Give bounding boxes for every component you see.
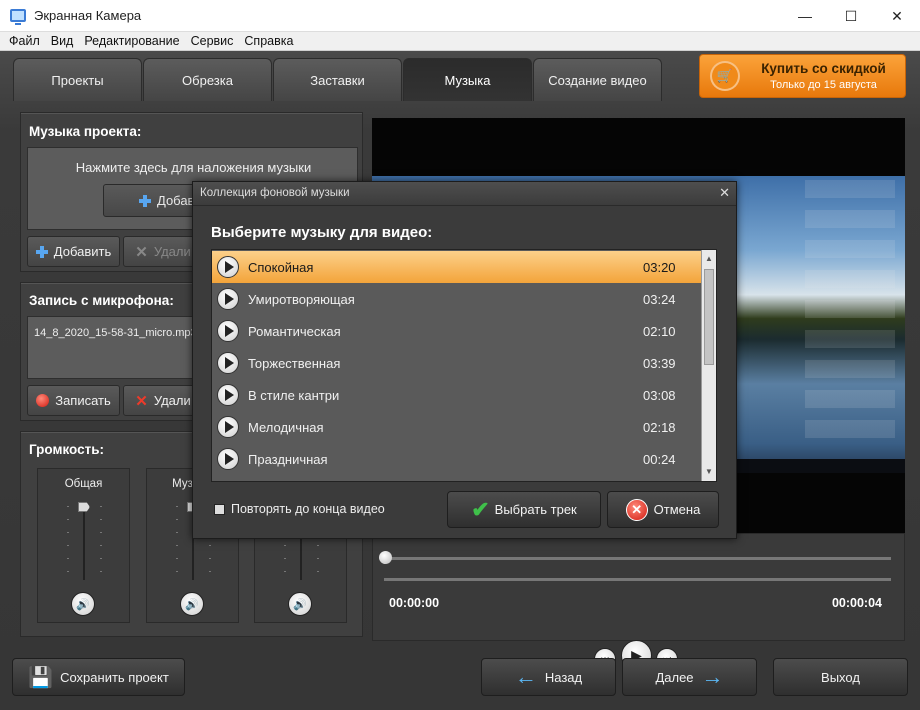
repeat-option[interactable]: Повторять до конца видео — [214, 502, 385, 516]
tab-bar: Проекты Обрезка Заставки Музыка Создание… — [13, 58, 663, 102]
cancel-x-icon: ✕ — [625, 498, 648, 521]
music-collection-dialog: Коллекция фоновой музыки ✕ Выберите музы… — [192, 181, 737, 539]
buy-title: Купить со скидкой — [761, 61, 886, 76]
buy-subtitle: Только до 15 августа — [770, 79, 877, 91]
track-row[interactable]: Праздничная 00:24 — [212, 443, 703, 475]
total-time: 00:00:04 — [831, 596, 882, 610]
dropzone-add-label: Добав — [157, 193, 195, 208]
plus-icon — [35, 245, 48, 258]
next-label: Далее — [655, 669, 694, 685]
add-music-button[interactable]: Добавить — [27, 236, 120, 267]
tab-projects[interactable]: Проекты — [13, 58, 142, 101]
save-project-button[interactable]: 💾 Сохранить проект — [12, 658, 185, 696]
cancel-button[interactable]: ✕ Отмена — [607, 491, 719, 528]
buy-discount-button[interactable]: 🛒 Купить со скидкой Только до 15 августа — [699, 54, 906, 98]
dialog-close-icon[interactable]: ✕ — [719, 185, 730, 201]
position-track[interactable] — [384, 578, 891, 581]
scroll-up-arrow-icon[interactable]: ▲ — [702, 252, 716, 266]
speaker-icon[interactable]: 🔊 — [180, 592, 204, 616]
floppy-disk-icon: 💾 — [28, 666, 54, 689]
seek-track[interactable] — [384, 557, 891, 560]
delete-mic-label: Удали — [153, 393, 191, 408]
repeat-label: Повторять до конца видео — [231, 502, 385, 516]
repeat-checkbox[interactable] — [214, 503, 225, 515]
choose-track-button[interactable]: ✔ Выбрать трек — [447, 491, 601, 528]
window-title: Экранная Камера — [34, 8, 142, 23]
menu-help[interactable]: Справка — [244, 34, 293, 48]
tab-create-video[interactable]: Создание видео — [533, 58, 662, 101]
seek-knob[interactable] — [379, 551, 392, 564]
menu-bar: Файл Вид Редактирование Сервис Справка — [0, 32, 920, 51]
scroll-down-arrow-icon[interactable]: ▼ — [702, 465, 716, 479]
volume-general-slider[interactable] — [78, 502, 90, 512]
cart-icon: 🛒 — [710, 61, 740, 91]
play-icon[interactable] — [217, 416, 239, 438]
project-music-header: Музыка проекта: — [29, 124, 142, 139]
track-row[interactable]: Романтическая 02:10 — [212, 315, 703, 347]
delete-music-button[interactable]: ✕ Удали — [123, 236, 203, 267]
track-row[interactable]: Спокойная 03:20 — [212, 251, 703, 283]
volume-general-label: Общая — [64, 478, 103, 490]
play-icon[interactable] — [217, 352, 239, 374]
tab-intros[interactable]: Заставки — [273, 58, 402, 101]
add-music-label: Добавить — [53, 244, 112, 259]
current-time: 00:00:00 — [389, 596, 440, 610]
delete-x-icon: ✕ — [135, 243, 148, 261]
play-icon[interactable] — [217, 384, 239, 406]
minimize-button[interactable]: — — [782, 0, 828, 32]
record-button[interactable]: Записать — [27, 385, 120, 416]
tab-trim[interactable]: Обрезка — [143, 58, 272, 101]
music-dropzone-hint: Нажмите здесь для наложения музыки — [75, 160, 312, 175]
mic-header: Запись с микрофона: — [29, 293, 174, 308]
cancel-label: Отмена — [653, 502, 701, 517]
checkmark-icon: ✔ — [471, 496, 490, 522]
back-label: Назад — [544, 669, 583, 685]
volume-general-track[interactable] — [83, 502, 85, 580]
scroll-thumb[interactable] — [704, 269, 714, 365]
menu-service[interactable]: Сервис — [191, 34, 234, 48]
play-icon[interactable] — [217, 256, 239, 278]
dialog-title: Коллекция фоновой музыки — [200, 187, 350, 199]
delete-music-label: Удали — [153, 244, 191, 259]
app-monitor-icon — [10, 9, 26, 25]
track-list-scrollbar[interactable]: ▲ ▼ — [701, 250, 716, 481]
delete-mic-button[interactable]: ✕ Удали — [123, 385, 203, 416]
desktop-icons — [805, 180, 895, 440]
play-icon[interactable] — [217, 288, 239, 310]
record-icon — [36, 394, 50, 407]
save-project-label: Сохранить проект — [60, 669, 169, 685]
menu-view[interactable]: Вид — [51, 34, 74, 48]
close-button[interactable]: ✕ — [874, 0, 920, 32]
record-label: Записать — [55, 393, 111, 408]
choose-track-label: Выбрать трек — [494, 502, 577, 517]
mic-file-item[interactable]: 14_8_2020_15-58-31_micro.mp3 — [34, 327, 197, 339]
player-controls: 00:00:00 00:00:04 ⏮ ▶ ⏭ — [372, 533, 905, 671]
play-icon[interactable] — [217, 320, 239, 342]
back-button[interactable]: ← Назад — [481, 658, 616, 696]
delete-x-icon: ✕ — [135, 392, 148, 410]
exit-label: Выход — [821, 669, 860, 685]
speaker-icon[interactable]: 🔊 — [71, 592, 95, 616]
track-row[interactable]: В стиле кантри 03:08 — [212, 379, 703, 411]
volume-header: Громкость: — [29, 442, 105, 457]
next-button[interactable]: Далее → — [622, 658, 757, 696]
dialog-title-bar: Коллекция фоновой музыки ✕ — [193, 182, 736, 206]
exit-button[interactable]: Выход — [773, 658, 908, 696]
track-row[interactable]: Мелодичная 02:18 — [212, 411, 703, 443]
volume-general: Общая 🔊 — [37, 468, 130, 623]
dialog-heading: Выберите музыку для видео: — [211, 224, 433, 241]
arrow-right-icon: → — [701, 664, 724, 689]
arrow-left-icon: ← — [514, 664, 537, 689]
title-bar: Экранная Камера — ☐ ✕ — [0, 0, 920, 32]
maximize-button[interactable]: ☐ — [828, 0, 874, 32]
menu-edit[interactable]: Редактирование — [84, 34, 179, 48]
play-icon[interactable] — [217, 448, 239, 470]
plus-icon — [139, 194, 151, 207]
menu-file[interactable]: Файл — [9, 34, 40, 48]
tab-music[interactable]: Музыка — [403, 58, 532, 101]
track-row[interactable]: Торжественная 03:39 — [212, 347, 703, 379]
speaker-icon[interactable]: 🔊 — [288, 592, 312, 616]
track-list: Спокойная 03:20 Умиротворяющая 03:24 Ром… — [211, 249, 717, 482]
track-row[interactable]: Умиротворяющая 03:24 — [212, 283, 703, 315]
